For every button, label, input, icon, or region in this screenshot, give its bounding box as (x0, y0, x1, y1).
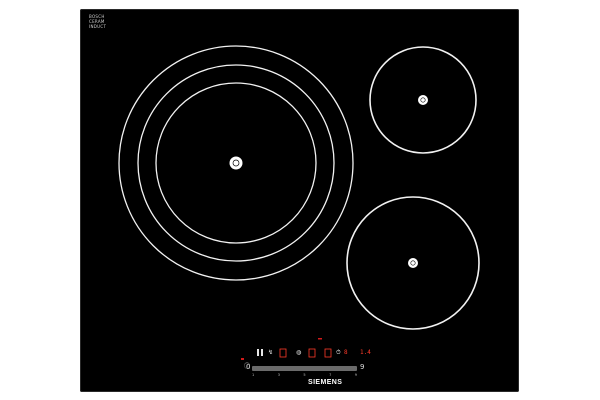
zone-selector-group[interactable] (257, 349, 263, 356)
timer-icon[interactable]: ⏱ (336, 349, 341, 356)
brand-logo-text: SIEMENS (308, 379, 343, 386)
slider-tick-labels: 1 3 5 7 9 (252, 373, 357, 377)
zone-large[interactable] (118, 45, 354, 281)
cooking-zones (118, 45, 480, 360)
zone-rear-right-center-icon (418, 95, 428, 105)
slider-max-label: 9 (360, 363, 365, 371)
power-slider[interactable] (252, 366, 357, 371)
power-indicator-led (241, 358, 244, 360)
zone-large-center-icon (229, 156, 243, 170)
slider-min-label: 0 (246, 363, 251, 371)
zone-selector-bar-2 (261, 349, 263, 356)
zone-display-frame (279, 348, 287, 358)
zone-select-led (318, 338, 322, 340)
slider-tick: 5 (303, 373, 306, 377)
zone-selector-bar-1 (257, 349, 259, 356)
slider-tick: 7 (329, 373, 332, 377)
pan-detect-icon[interactable]: ◍ (296, 349, 301, 356)
power-level-display: 8 (344, 349, 348, 356)
zone-display-frame-2 (308, 348, 316, 358)
zone-display-frame-3 (324, 348, 332, 358)
zone-front-right[interactable] (346, 196, 480, 330)
slider-tick: 1 (252, 373, 255, 377)
zone-rear-right[interactable] (369, 46, 477, 154)
slider-tick: 3 (277, 373, 280, 377)
slider-tick: 9 (354, 373, 357, 377)
boost-icon[interactable]: ↯ (268, 349, 273, 356)
zone-front-right-center-icon (408, 258, 418, 268)
timer-display: 1.4 (360, 349, 371, 356)
